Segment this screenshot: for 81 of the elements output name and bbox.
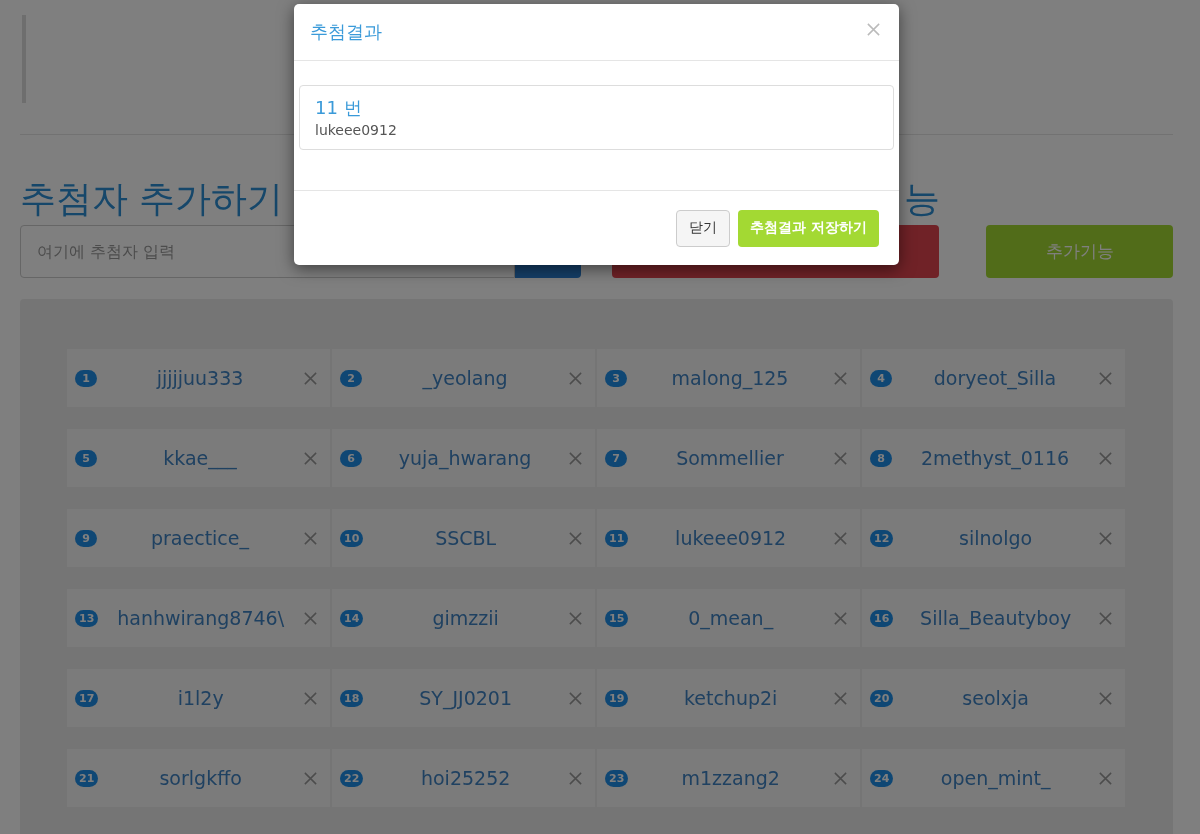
number-badge: 18 <box>340 689 364 707</box>
remove-icon[interactable] <box>833 530 848 546</box>
entry-name: silnolgo <box>958 527 1034 549</box>
entry-name: ketchup2i <box>682 687 779 709</box>
number-badge: 16 <box>870 609 894 627</box>
number-badge: 7 <box>605 449 627 467</box>
remove-icon[interactable] <box>303 450 318 466</box>
number-badge: 1 <box>75 369 97 387</box>
entry-name: sorlgkffo <box>158 767 243 789</box>
entry-name: i1l2y <box>176 687 225 709</box>
remove-icon[interactable] <box>833 690 848 706</box>
number-badge: 3 <box>605 369 627 387</box>
number-badge: 23 <box>605 769 629 787</box>
entry-name: hanhwirang8746\ <box>116 607 286 629</box>
remove-icon[interactable] <box>833 770 848 786</box>
remove-icon[interactable] <box>568 690 583 706</box>
number-badge: 15 <box>605 609 629 627</box>
number-badge: 24 <box>870 769 894 787</box>
number-badge: 11 <box>605 529 629 547</box>
entry-name: malong_125 <box>670 367 790 389</box>
save-button[interactable]: 추첨결과 저장하기 <box>738 209 879 247</box>
entry-name: hoi25252 <box>419 767 512 789</box>
number-badge: 10 <box>340 529 364 547</box>
modal-title: 추첨결과 <box>310 20 382 44</box>
remove-icon[interactable] <box>568 530 583 546</box>
number-badge: 20 <box>870 689 894 707</box>
entry-name: kkae___ <box>162 447 238 469</box>
remove-icon[interactable] <box>1098 530 1113 546</box>
number-badge: 5 <box>75 449 97 467</box>
remove-icon[interactable] <box>833 370 848 386</box>
entry-name: m1zzang2 <box>680 767 781 789</box>
remove-icon[interactable] <box>1098 610 1113 626</box>
number-badge: 17 <box>75 689 99 707</box>
remove-icon[interactable] <box>568 370 583 386</box>
entry-name: SY_JJ0201 <box>418 687 513 709</box>
number-badge: 21 <box>75 769 99 787</box>
entry-name: 0_mean_ <box>687 607 775 629</box>
entry-name: SSCBL <box>434 527 498 549</box>
number-badge: 19 <box>605 689 629 707</box>
remove-icon[interactable] <box>303 610 318 626</box>
section-heading: 능 <box>904 177 940 219</box>
close-button[interactable]: 닫기 <box>676 209 731 247</box>
number-badge: 22 <box>340 769 364 787</box>
entry-name: doryeot_Silla <box>932 367 1058 389</box>
remove-icon[interactable] <box>303 690 318 706</box>
entry-name: lukeee0912 <box>674 527 788 549</box>
remove-icon[interactable] <box>568 450 583 466</box>
extra-button[interactable]: 추가기능 <box>986 225 1173 278</box>
remove-icon[interactable] <box>833 610 848 626</box>
remove-icon[interactable] <box>833 450 848 466</box>
number-badge: 6 <box>340 449 362 467</box>
remove-icon[interactable] <box>1098 450 1113 466</box>
remove-icon[interactable] <box>568 770 583 786</box>
entry-name: open_mint_ <box>939 767 1052 789</box>
entry-name: gimzzii <box>431 607 500 629</box>
entry-name: _yeolang <box>421 367 509 389</box>
entry-name: Silla_Beautyboy <box>919 607 1073 629</box>
number-badge: 14 <box>340 609 364 627</box>
remove-icon[interactable] <box>303 770 318 786</box>
remove-icon[interactable] <box>1098 690 1113 706</box>
entry-name: jjjjjuu333 <box>155 367 245 389</box>
number-badge: 13 <box>75 609 99 627</box>
remove-icon[interactable] <box>303 530 318 546</box>
entry-name: 2methyst_0116 <box>919 447 1071 469</box>
entry-name: Sommellier <box>675 447 785 469</box>
entry-name: praectice_ <box>150 527 251 549</box>
remove-icon[interactable] <box>1098 770 1113 786</box>
number-badge: 8 <box>870 449 892 467</box>
result-name: lukeee0912 <box>315 121 398 140</box>
entry-name: seolxja <box>961 687 1030 709</box>
remove-icon[interactable] <box>1098 370 1113 386</box>
entry-name: yuja_hwarang <box>397 447 533 469</box>
close-icon[interactable] <box>866 21 881 37</box>
number-badge: 12 <box>870 529 894 547</box>
section-heading: 추첨자 추가하기 <box>20 176 285 221</box>
remove-icon[interactable] <box>303 370 318 386</box>
remove-icon[interactable] <box>568 610 583 626</box>
number-badge: 2 <box>340 369 362 387</box>
number-badge: 4 <box>870 369 892 387</box>
result-number: 11 번 <box>315 96 363 120</box>
number-badge: 9 <box>75 529 97 547</box>
